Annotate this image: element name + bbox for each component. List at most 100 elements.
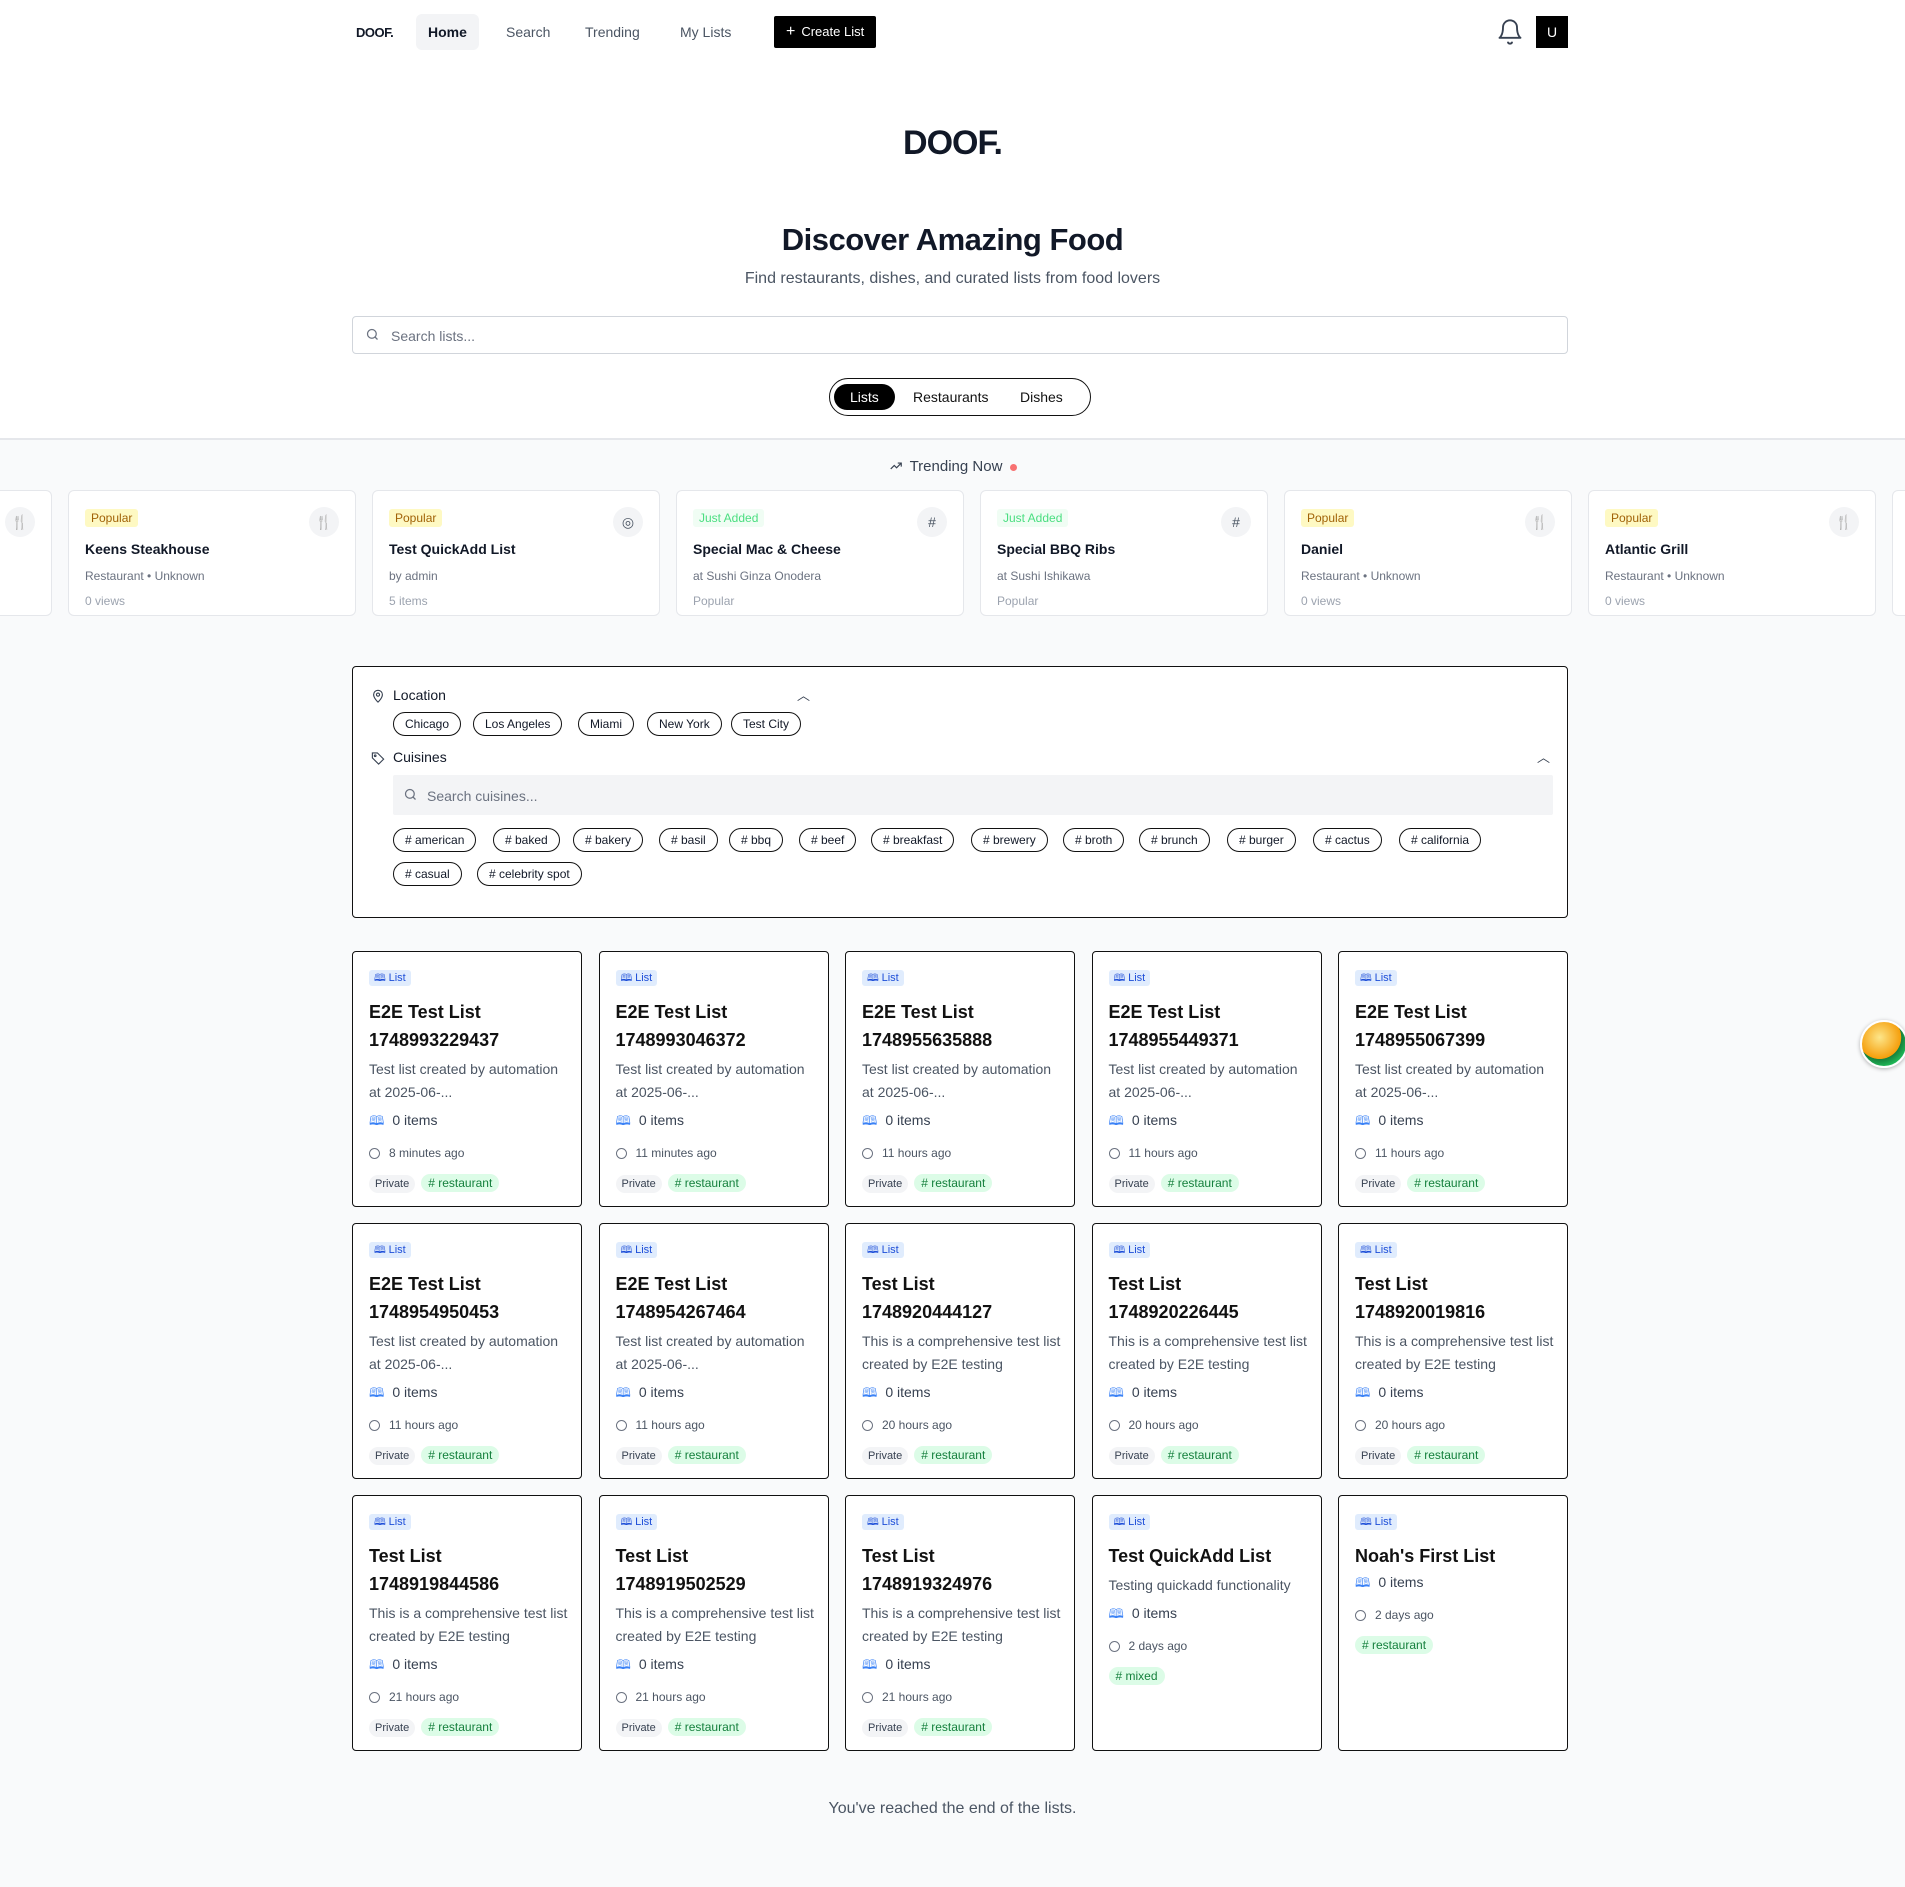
- item-count-text: 0 items: [392, 1656, 438, 1672]
- clock-icon: [615, 1420, 627, 1431]
- cuisine-search-input[interactable]: [425, 775, 1529, 817]
- list-card[interactable]: 🕮 List E2E Test List 1748954950453 Test li…: [352, 1223, 582, 1479]
- list-type-badge: 🕮 List: [615, 970, 658, 986]
- cuisine-chip[interactable]: # brewery: [971, 828, 1048, 852]
- cuisine-chip[interactable]: # california: [1399, 828, 1482, 852]
- list-type-tag[interactable]: # restaurant: [421, 1174, 500, 1192]
- list-type-tag[interactable]: # restaurant: [667, 1718, 746, 1736]
- nav-home[interactable]: Home: [416, 14, 479, 50]
- list-title[interactable]: Test List 1748920226445: [1109, 1270, 1309, 1326]
- cuisine-chip[interactable]: # brunch: [1139, 828, 1210, 852]
- list-type-tag[interactable]: # restaurant: [914, 1446, 993, 1464]
- list-title[interactable]: E2E Test List 1748955635888: [862, 998, 1062, 1054]
- list-title[interactable]: Test List 1748919502529: [616, 1542, 816, 1598]
- bell-icon[interactable]: [1496, 18, 1524, 46]
- list-title[interactable]: E2E Test List 1748955067399: [1355, 998, 1555, 1054]
- cuisine-chip[interactable]: # celebrity spot: [477, 862, 582, 886]
- trending-card[interactable]: Just Added # Special Mac & Cheese at Sushi …: [676, 490, 964, 616]
- location-chip[interactable]: New York: [647, 712, 722, 736]
- cuisine-chip[interactable]: # baked: [493, 828, 560, 852]
- tab-lists[interactable]: Lists: [834, 384, 895, 410]
- trending-card[interactable]: Popular ◎ Test QuickAdd List by admin 5 item…: [372, 490, 660, 616]
- trending-card[interactable]: Popular 🍴 Atlantic Grill Restaurant • Unkno…: [1588, 490, 1876, 616]
- list-type-tag[interactable]: # restaurant: [914, 1718, 993, 1736]
- create-list-label: Create List: [801, 24, 865, 39]
- list-title[interactable]: E2E Test List 1748954267464: [616, 1270, 816, 1326]
- avatar[interactable]: U: [1536, 16, 1568, 48]
- list-card[interactable]: 🕮 List E2E Test List 1748955449371 Test li…: [1091, 951, 1322, 1207]
- list-title[interactable]: E2E Test List 1748993229437: [369, 998, 569, 1054]
- list-type-tag[interactable]: # mixed: [1108, 1667, 1165, 1685]
- list-card[interactable]: 🕮 List E2E Test List 1748954267464 Test li…: [598, 1223, 829, 1479]
- list-title[interactable]: Noah's First List: [1355, 1542, 1555, 1570]
- trending-card-partial[interactable]: 🍴: [0, 490, 52, 616]
- cuisine-chip[interactable]: # casual: [393, 862, 462, 886]
- list-title[interactable]: E2E Test List 1748993046372: [616, 998, 816, 1054]
- trending-card[interactable]: Just Added # Special BBQ Ribs at Sushi Ishi…: [980, 490, 1268, 616]
- nav-search[interactable]: Search: [494, 14, 562, 50]
- list-type-tag[interactable]: # restaurant: [421, 1446, 500, 1464]
- location-chip[interactable]: Miami: [578, 712, 634, 736]
- cuisine-chip[interactable]: # basil: [659, 828, 718, 852]
- list-type-tag[interactable]: # restaurant: [421, 1718, 500, 1736]
- trending-card[interactable]: Popular 🍴 Daniel Restaurant • Unknown 0 view…: [1284, 490, 1572, 616]
- list-type-tag[interactable]: # restaurant: [1160, 1446, 1239, 1464]
- list-type-tag[interactable]: # restaurant: [914, 1174, 993, 1192]
- list-type-tag[interactable]: # restaurant: [1160, 1174, 1239, 1192]
- chevron-up-icon[interactable]: ︿: [797, 685, 810, 704]
- trending-card[interactable]: Popular 🍴 Keens Steakhouse Restaurant • Unk…: [68, 490, 356, 616]
- floating-action-icon[interactable]: [1860, 1020, 1905, 1068]
- list-type-tag[interactable]: # restaurant: [1355, 1636, 1434, 1654]
- list-tags: Private # restaurant: [615, 1718, 746, 1737]
- list-card[interactable]: 🕮 List E2E Test List 1748955635888 Test li…: [845, 951, 1075, 1207]
- nav-logo[interactable]: DOOF.: [356, 25, 394, 40]
- list-card[interactable]: 🕮 List Test List 1748919324976 This is a c…: [845, 1495, 1075, 1751]
- list-title[interactable]: Test List 1748920444127: [862, 1270, 1062, 1326]
- list-title[interactable]: Test QuickAdd List: [1109, 1542, 1309, 1570]
- list-title[interactable]: E2E Test List 1748955449371: [1109, 998, 1309, 1054]
- cuisine-chip[interactable]: # breakfast: [871, 828, 955, 852]
- list-title[interactable]: E2E Test List 1748954950453: [369, 1270, 569, 1326]
- list-card[interactable]: 🕮 List Test List 1748920444127 This is a c…: [845, 1223, 1075, 1479]
- list-timestamp: 11 hours ago: [862, 1146, 951, 1160]
- tab-restaurants[interactable]: Restaurants: [897, 384, 1004, 410]
- trending-card-partial[interactable]: [1892, 490, 1905, 616]
- list-title[interactable]: Test List 1748919324976: [862, 1542, 1062, 1598]
- cuisine-chip[interactable]: # bbq: [729, 828, 784, 852]
- location-chip[interactable]: Test City: [731, 712, 802, 736]
- create-list-button[interactable]: + Create List: [774, 16, 877, 48]
- list-type-tag[interactable]: # restaurant: [1407, 1446, 1486, 1464]
- list-title[interactable]: Test List 1748919844586: [369, 1542, 569, 1598]
- cuisine-chip[interactable]: # burger: [1227, 828, 1296, 852]
- search-input[interactable]: [389, 317, 1543, 355]
- list-card[interactable]: 🕮 List Test List 1748919844586 This is a c…: [352, 1495, 582, 1751]
- list-card[interactable]: 🕮 List Test List 1748920226445 This is a c…: [1091, 1223, 1322, 1479]
- cuisine-chip[interactable]: # beef: [799, 828, 857, 852]
- list-card[interactable]: 🕮 List Test List 1748919502529 This is a c…: [598, 1495, 829, 1751]
- list-card[interactable]: 🕮 List E2E Test List 1748955067399 Test li…: [1338, 951, 1568, 1207]
- location-chip[interactable]: Chicago: [393, 712, 462, 736]
- list-card[interactable]: 🕮 List Noah's First List 🕮 0 items 2 days ag…: [1338, 1495, 1568, 1751]
- list-card[interactable]: 🕮 List E2E Test List 1748993046372 Test li…: [598, 951, 829, 1207]
- list-type-tag[interactable]: # restaurant: [1407, 1174, 1486, 1192]
- cuisine-chip[interactable]: # cactus: [1313, 828, 1382, 852]
- location-chip[interactable]: Los Angeles: [473, 712, 563, 736]
- location-header[interactable]: Location: [369, 687, 446, 704]
- privacy-badge: Private: [1108, 1447, 1155, 1465]
- item-count-text: 0 items: [1131, 1112, 1177, 1128]
- list-card[interactable]: 🕮 List Test QuickAdd List Testing quickadd…: [1091, 1495, 1322, 1751]
- chevron-up-icon[interactable]: ︿: [1537, 747, 1550, 766]
- list-type-tag[interactable]: # restaurant: [667, 1174, 746, 1192]
- cuisines-header[interactable]: Cuisines: [369, 749, 447, 766]
- list-title[interactable]: Test List 1748920019816: [1355, 1270, 1555, 1326]
- list-type-badge: 🕮 List: [862, 1242, 904, 1258]
- nav-trending[interactable]: Trending: [573, 14, 652, 50]
- cuisine-chip[interactable]: # bakery: [573, 828, 644, 852]
- cuisine-chip[interactable]: # broth: [1063, 828, 1125, 852]
- tab-dishes[interactable]: Dishes: [1004, 384, 1079, 410]
- nav-my-lists[interactable]: My Lists: [668, 14, 743, 50]
- cuisine-chip[interactable]: # american: [393, 828, 477, 852]
- list-type-tag[interactable]: # restaurant: [667, 1446, 746, 1464]
- list-card[interactable]: 🕮 List Test List 1748920019816 This is a c…: [1338, 1223, 1568, 1479]
- list-card[interactable]: 🕮 List E2E Test List 1748993229437 Test li…: [352, 951, 582, 1207]
